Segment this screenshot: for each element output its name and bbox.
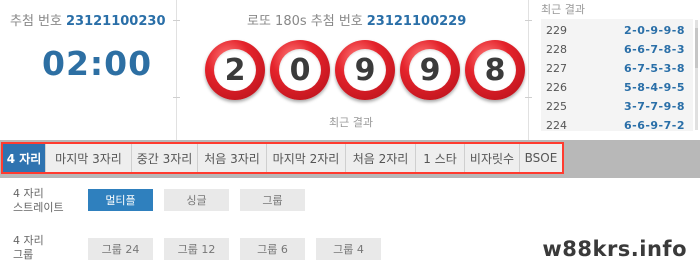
recent-results-title: 최근 결과: [541, 3, 585, 16]
current-draw-panel: 로또 180s 추첨 번호 23121100229 2 0 9 9 8 최근 결과: [177, 0, 528, 140]
group-4-button[interactable]: 그룹 4: [316, 238, 381, 260]
ball-digit: 9: [344, 49, 386, 91]
ball-digit: 0: [279, 49, 321, 91]
next-draw-round: 23121100230: [65, 14, 166, 29]
tab-non-digit[interactable]: 비자릿수: [465, 144, 520, 172]
result-digits: 3-7-7-9-8: [623, 99, 685, 113]
recent-result-row: 226 5-8-4-9-5: [541, 79, 693, 95]
draw-header: 추첨 번호 23121100230 02:00 로또 180s 추첨 번호 2312…: [0, 0, 700, 140]
ball-digit: 2: [214, 49, 256, 91]
straight-label-line2: 스트레이트: [13, 201, 64, 214]
recent-result-row: 225 3-7-7-9-8: [541, 98, 693, 114]
result-round: 227: [546, 61, 567, 75]
straight-label-line1: 4 자리: [13, 187, 44, 200]
group-6-button[interactable]: 그룹 6: [240, 238, 305, 260]
single-button[interactable]: 싱글: [164, 189, 229, 211]
recent-result-row: 228 6-6-7-8-3: [541, 41, 693, 57]
recent-results-list[interactable]: 229 2-0-9-9-8 228 6-6-7-8-3 227 6-7-5-3-8 2…: [541, 19, 693, 131]
result-round: 225: [546, 99, 567, 113]
tab-first-2-digits[interactable]: 처음 2자리: [346, 144, 416, 172]
lotto-ball: 2: [205, 40, 265, 100]
group-24-button[interactable]: 그룹 24: [88, 238, 153, 260]
tab-last-2-digits[interactable]: 마지막 2자리: [267, 144, 346, 172]
bet-type-tabs: 4 자리 마지막 3자리 중간 3자리 처음 3자리 마지막 2자리 처음 2자…: [1, 142, 564, 174]
result-digits: 6-7-5-3-8: [623, 61, 685, 75]
recent-result-row: 229 2-0-9-9-8: [541, 22, 693, 38]
tab-first-3-digits[interactable]: 처음 3자리: [198, 144, 267, 172]
result-digits: 6-6-9-7-2: [623, 118, 685, 132]
multiple-button[interactable]: 멀티플: [88, 189, 153, 211]
countdown-timer: 02:00: [42, 44, 153, 83]
group-label: 4 자리 그룹: [13, 234, 44, 262]
tab-4-digit[interactable]: 4 자리: [3, 144, 46, 172]
group-button[interactable]: 그룹: [240, 189, 305, 211]
bet-type-tabbar: 4 자리 마지막 3자리 중간 3자리 처음 3자리 마지막 2자리 처음 2자…: [0, 140, 700, 178]
result-round: 226: [546, 80, 567, 94]
result-digits: 2-0-9-9-8: [623, 23, 685, 37]
recent-result-row: 224 6-6-9-7-2: [541, 117, 693, 132]
result-balls: 2 0 9 9 8: [205, 40, 525, 102]
current-draw-label: 로또 180s 추첨 번호: [247, 14, 363, 29]
tab-1-star[interactable]: 1 스타: [416, 144, 465, 172]
next-draw-heading: 추첨 번호 23121100230: [10, 10, 165, 29]
current-draw-heading: 로또 180s 추첨 번호 23121100229: [247, 10, 466, 29]
site-watermark: w88krs.info: [542, 237, 687, 261]
recent-result-row: 227 6-7-5-3-8: [541, 60, 693, 76]
next-draw-panel: 추첨 번호 23121100230 02:00: [0, 0, 176, 140]
recent-results-panel: 최근 결과 229 2-0-9-9-8 228 6-6-7-8-3 227 6-7-5…: [529, 0, 700, 140]
result-round: 229: [546, 23, 567, 37]
lotto-ball: 8: [465, 40, 525, 100]
next-draw-label: 추첨 번호: [10, 14, 62, 29]
recent-results-scrollbar[interactable]: [695, 20, 698, 130]
tab-bsoe[interactable]: BSOE: [520, 144, 562, 172]
current-draw-round: 23121100229: [366, 14, 467, 29]
scrollbar-thumb[interactable]: [695, 28, 698, 68]
lotto-ball: 9: [400, 40, 460, 100]
tab-last-3-digits[interactable]: 마지막 3자리: [46, 144, 132, 172]
lotto-ball: 0: [270, 40, 330, 100]
result-digits: 5-8-4-9-5: [623, 80, 685, 94]
group-label-line2: 그룹: [13, 248, 34, 261]
recent-results-caption: 최근 결과: [329, 116, 373, 129]
group-12-button[interactable]: 그룹 12: [164, 238, 229, 260]
lotto-ball: 9: [335, 40, 395, 100]
ball-digit: 8: [474, 49, 516, 91]
ball-digit: 9: [409, 49, 451, 91]
tab-middle-3-digits[interactable]: 중간 3자리: [132, 144, 198, 172]
result-round: 228: [546, 42, 567, 56]
result-round: 224: [546, 118, 567, 132]
straight-label: 4 자리 스트레이트: [13, 187, 64, 215]
group-label-line1: 4 자리: [13, 234, 44, 247]
result-digits: 6-6-7-8-3: [623, 42, 685, 56]
